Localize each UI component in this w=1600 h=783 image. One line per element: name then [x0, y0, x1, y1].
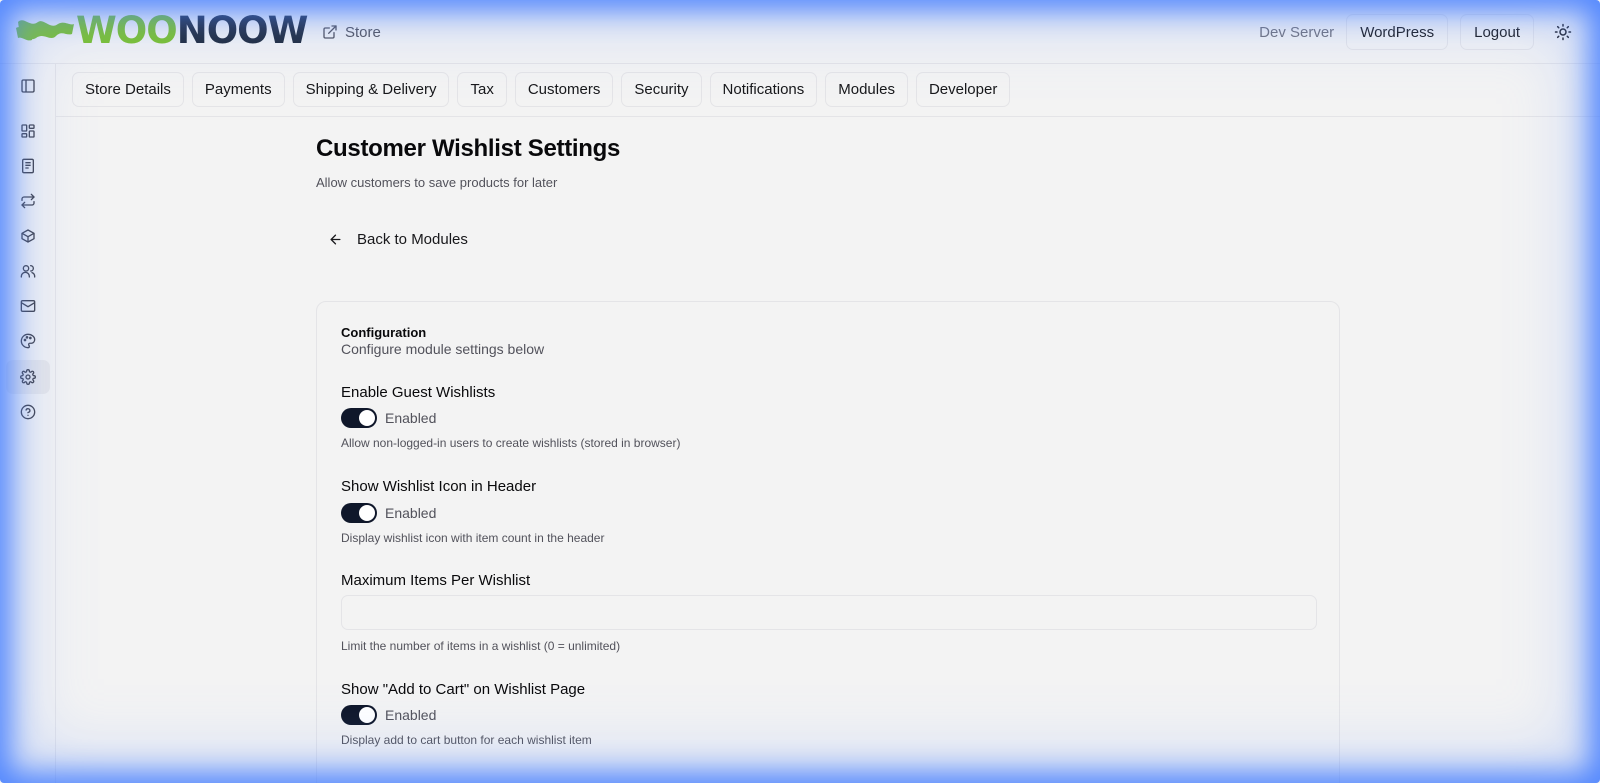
- back-label: Back to Modules: [357, 230, 468, 248]
- add-to-cart-help: Display add to cart button for each wish…: [341, 733, 592, 747]
- tab-modules[interactable]: Modules: [825, 72, 908, 107]
- page-subtitle: Allow customers to save products for lat…: [316, 175, 558, 190]
- max-items-input[interactable]: [341, 595, 1317, 630]
- wordpress-button[interactable]: WordPress: [1346, 14, 1449, 50]
- palette-icon: [20, 333, 36, 349]
- orders-icon: [22, 158, 34, 174]
- add-to-cart-state: Enabled: [385, 707, 437, 723]
- transfer-icon: [21, 193, 35, 209]
- guest-wishlists-switch[interactable]: [341, 408, 377, 428]
- header-icon-switch[interactable]: [341, 503, 377, 523]
- dev-server-label: Dev Server: [1259, 23, 1335, 41]
- sun-icon: [1554, 23, 1572, 41]
- sidebar-item-help[interactable]: [6, 395, 50, 429]
- tab-shipping-delivery[interactable]: Shipping & Delivery: [292, 72, 450, 107]
- page-title: Customer Wishlist Settings: [316, 135, 621, 162]
- sidebar-item-customers[interactable]: [6, 254, 50, 288]
- card-title: Configuration: [341, 325, 427, 340]
- dashboard-icon: [21, 124, 35, 138]
- theme-toggle-button[interactable]: [1546, 15, 1580, 49]
- guest-wishlists-state: Enabled: [385, 410, 437, 426]
- tab-security[interactable]: Security: [621, 72, 702, 107]
- sidebar-item-appearance[interactable]: [6, 324, 50, 358]
- store-link-label: Store: [345, 23, 381, 41]
- app-window: WOONOOW Store Dev Server WordPress Logou…: [0, 0, 1600, 783]
- top-header: WOONOOW Store Dev Server WordPress Logou…: [0, 0, 1600, 64]
- max-items-label: Maximum Items Per Wishlist: [341, 572, 531, 589]
- settings-tabs: Store Details Payments Shipping & Delive…: [72, 72, 1011, 107]
- sidebar-item-products[interactable]: [6, 219, 50, 253]
- tab-notifications[interactable]: Notifications: [709, 72, 818, 107]
- tab-developer[interactable]: Developer: [915, 72, 1011, 107]
- mail-icon: [20, 300, 36, 312]
- tab-payments[interactable]: Payments: [191, 72, 285, 107]
- guest-wishlists-label: Enable Guest Wishlists: [341, 384, 496, 401]
- sidebar-item-settings[interactable]: [6, 360, 50, 394]
- arrow-left-icon: [330, 234, 341, 244]
- tab-store-details[interactable]: Store Details: [72, 72, 184, 107]
- external-link-icon: [323, 25, 337, 39]
- sidebar-item-dashboard[interactable]: [6, 114, 50, 148]
- users-icon: [20, 265, 36, 278]
- max-items-help: Limit the number of items in a wishlist …: [341, 639, 621, 653]
- guest-wishlists-toggle-row: Enabled: [341, 408, 436, 428]
- card-subtitle: Configure module settings below: [341, 341, 545, 357]
- settings-tabs-bar: Store Details Payments Shipping & Delive…: [56, 64, 1600, 117]
- add-to-cart-label: Show "Add to Cart" on Wishlist Page: [341, 681, 586, 698]
- logo-wordmark: WOONOOW: [76, 9, 308, 52]
- header-icon-toggle-row: Enabled: [341, 503, 436, 523]
- guest-wishlists-help: Allow non-logged-in users to create wish…: [341, 436, 681, 450]
- add-to-cart-switch[interactable]: [341, 705, 377, 725]
- tab-customers[interactable]: Customers: [514, 72, 614, 107]
- add-to-cart-toggle-row: Enabled: [341, 705, 436, 725]
- gear-icon: [20, 369, 36, 385]
- sidebar: [0, 64, 56, 783]
- sidebar-toggle-button[interactable]: [6, 69, 50, 103]
- logout-button[interactable]: Logout: [1460, 14, 1534, 50]
- configuration-card: Configuration Configure module settings …: [316, 301, 1340, 783]
- logo[interactable]: WOONOOW: [14, 9, 308, 52]
- help-icon: [20, 404, 36, 420]
- sidebar-item-email[interactable]: [6, 289, 50, 323]
- header-actions: Dev Server WordPress Logout: [1259, 14, 1580, 50]
- package-icon: [21, 229, 35, 243]
- store-link[interactable]: Store: [322, 20, 381, 44]
- logo-mark-icon: [16, 20, 74, 41]
- header-icon-label: Show Wishlist Icon in Header: [341, 478, 537, 495]
- tab-tax[interactable]: Tax: [457, 72, 507, 107]
- header-icon-state: Enabled: [385, 505, 437, 521]
- back-to-modules-button[interactable]: Back to Modules: [316, 220, 480, 258]
- sidebar-item-orders[interactable]: [6, 149, 50, 183]
- panel-toggle-icon: [21, 79, 35, 93]
- main-content: Customer Wishlist Settings Allow custome…: [56, 118, 1600, 783]
- sidebar-item-transfers[interactable]: [6, 184, 50, 218]
- header-icon-help: Display wishlist icon with item count in…: [341, 531, 605, 545]
